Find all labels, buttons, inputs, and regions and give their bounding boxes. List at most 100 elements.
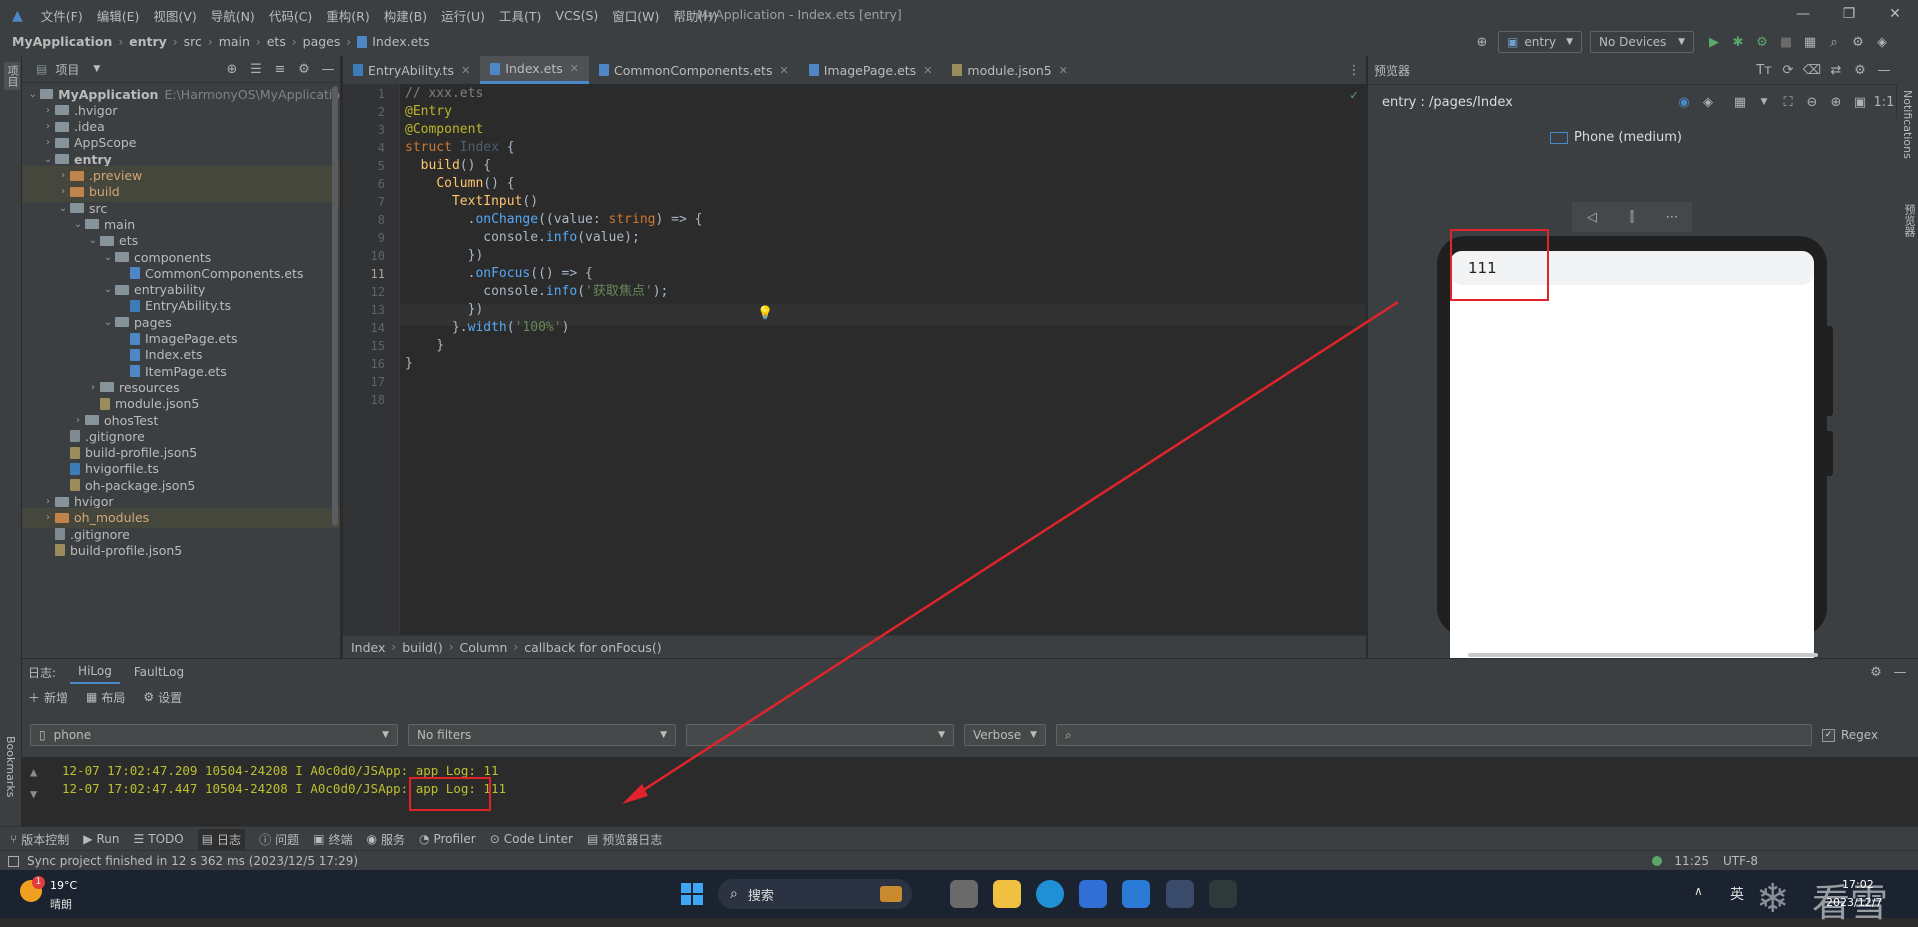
- menu-file[interactable]: 文件(F): [41, 6, 83, 25]
- menu-tools[interactable]: 工具(T): [499, 6, 541, 25]
- filter-select[interactable]: No filters ▼: [408, 724, 676, 746]
- tab-hilog[interactable]: HiLog: [70, 660, 120, 684]
- ime-indicator[interactable]: 英: [1730, 884, 1744, 904]
- menu-edit[interactable]: 编辑(E): [97, 6, 140, 25]
- phone-scrollbar[interactable]: [1468, 653, 1818, 657]
- project-panel-title[interactable]: 项目: [55, 61, 79, 78]
- original-size-icon[interactable]: 1:1: [1872, 95, 1896, 110]
- tab-imagepage[interactable]: ImagePage.ets ✕: [799, 56, 943, 84]
- toolbox-icon[interactable]: ◈: [1870, 35, 1894, 50]
- chevron-down-icon[interactable]: ⌄: [101, 317, 115, 328]
- menu-code[interactable]: 代码(C): [269, 6, 312, 25]
- menu-navigate[interactable]: 导航(N): [211, 6, 255, 25]
- chevron-up-icon[interactable]: ∧: [1694, 884, 1703, 898]
- add-log-button[interactable]: 新增: [44, 689, 68, 706]
- tree-scrollbar[interactable]: [332, 86, 338, 526]
- device-filter-select[interactable]: ▯ phone ▼: [30, 724, 398, 746]
- more-tabs-icon[interactable]: ⋮: [1342, 63, 1366, 78]
- back-icon[interactable]: ◁: [1572, 210, 1612, 225]
- hide-icon[interactable]: —: [316, 62, 340, 77]
- edge-icon[interactable]: [1036, 880, 1064, 908]
- chevron-right-icon[interactable]: ›: [86, 382, 100, 393]
- regex-checkbox[interactable]: ✓: [1822, 728, 1835, 742]
- font-size-icon[interactable]: Tт: [1752, 63, 1776, 78]
- close-tab-icon[interactable]: ✕: [779, 64, 788, 77]
- close-tab-icon[interactable]: ✕: [570, 62, 579, 75]
- tool-terminal[interactable]: ▣ 终端: [313, 831, 352, 848]
- chevron-down-icon[interactable]: ⌄: [71, 219, 85, 230]
- chevron-down-icon[interactable]: ⌄: [56, 203, 70, 214]
- chevron-right-icon[interactable]: ›: [71, 415, 85, 426]
- crumb-module[interactable]: entry: [129, 34, 167, 49]
- settings-button[interactable]: 设置: [158, 689, 182, 706]
- expand-all-icon[interactable]: ☰: [244, 62, 268, 77]
- sync-icon[interactable]: ⇄: [1824, 63, 1848, 78]
- task-view-icon[interactable]: [950, 880, 978, 908]
- caret-down-icon[interactable]: ▼: [93, 64, 100, 74]
- store-icon[interactable]: [1079, 880, 1107, 908]
- level-select[interactable]: Verbose ▼: [964, 724, 1046, 746]
- settings-icon[interactable]: ⚙: [1846, 35, 1870, 50]
- attach-debugger-icon[interactable]: ⚙: [1750, 35, 1774, 50]
- crumb-pages[interactable]: pages: [303, 34, 341, 49]
- crumb-struct[interactable]: Index: [351, 640, 385, 655]
- crumb-build[interactable]: build(): [402, 640, 443, 655]
- tab-index[interactable]: Index.ets ✕: [480, 56, 590, 84]
- tool-run[interactable]: ▶ Run: [83, 832, 119, 846]
- target-icon[interactable]: ⊕: [1470, 35, 1494, 50]
- menu-vcs[interactable]: VCS(S): [555, 8, 598, 23]
- chevron-right-icon[interactable]: ›: [56, 170, 70, 181]
- restore-icon[interactable]: ❐: [1826, 0, 1872, 28]
- zoom-in-icon[interactable]: ⊕: [1824, 95, 1848, 110]
- tool-previewer-log[interactable]: ▤ 预览器日志: [587, 831, 662, 848]
- clear-icon[interactable]: ⌫: [1800, 63, 1824, 78]
- chevron-right-icon[interactable]: ›: [41, 121, 55, 132]
- clock-time[interactable]: 17:02: [1842, 878, 1874, 891]
- grid-icon[interactable]: ▦: [1728, 95, 1752, 110]
- vscode-icon[interactable]: [1122, 880, 1150, 908]
- start-button[interactable]: [681, 883, 703, 905]
- chevron-right-icon[interactable]: ›: [41, 137, 55, 148]
- datagrip-icon[interactable]: [1209, 880, 1237, 908]
- close-tab-icon[interactable]: ✕: [1059, 64, 1068, 77]
- tool-vcs[interactable]: ⑂ 版本控制: [10, 831, 69, 848]
- tab-module-json5[interactable]: module.json5 ✕: [942, 56, 1078, 84]
- crumb-project[interactable]: MyApplication: [12, 34, 112, 49]
- crumb-src[interactable]: src: [184, 34, 202, 49]
- project-tool-button[interactable]: 项目: [4, 62, 20, 90]
- tab-entryability[interactable]: EntryAbility.ts ✕: [343, 56, 480, 84]
- chevron-down-icon[interactable]: ⌄: [101, 252, 115, 263]
- locate-icon[interactable]: ⊕: [220, 62, 244, 77]
- chevron-down-icon[interactable]: ⌄: [41, 154, 55, 165]
- menu-build[interactable]: 构建(B): [384, 6, 427, 25]
- chevron-down-icon[interactable]: ⌄: [86, 235, 100, 246]
- tool-todo[interactable]: ☰ TODO: [133, 832, 183, 846]
- device-select[interactable]: No Devices ▼: [1590, 31, 1694, 53]
- caret-position[interactable]: 11:25: [1674, 854, 1709, 868]
- file-explorer-icon[interactable]: [993, 880, 1021, 908]
- process-select[interactable]: ▼: [686, 724, 954, 746]
- crumb-column[interactable]: Column: [460, 640, 508, 655]
- module-select[interactable]: ▣ entry ▼: [1498, 31, 1582, 53]
- chevron-right-icon[interactable]: ›: [41, 105, 55, 116]
- taskbar-search[interactable]: ⌕ 搜索: [718, 879, 912, 909]
- status-message[interactable]: Sync project finished in 12 s 362 ms (20…: [27, 854, 358, 868]
- notifications-tool-button[interactable]: Notifications: [1901, 90, 1914, 159]
- hide-icon[interactable]: —: [1888, 665, 1912, 680]
- tool-log[interactable]: ▤ 日志: [197, 828, 246, 850]
- minimize-icon[interactable]: —: [1780, 0, 1826, 28]
- file-encoding[interactable]: UTF-8: [1723, 854, 1758, 868]
- close-icon[interactable]: ✕: [1872, 0, 1918, 28]
- gear-icon[interactable]: ⚙: [1848, 63, 1872, 78]
- debug-icon[interactable]: ✱: [1726, 35, 1750, 50]
- zoom-out-icon[interactable]: ⊖: [1800, 95, 1824, 110]
- bookmarks-tool-button[interactable]: Bookmarks: [4, 736, 17, 797]
- inspector-icon[interactable]: ◉: [1672, 95, 1696, 110]
- tab-faultlog[interactable]: FaultLog: [126, 661, 192, 683]
- layout-button[interactable]: 布局: [101, 689, 125, 706]
- scroll-up-icon[interactable]: ▲: [30, 765, 37, 779]
- tool-profiler[interactable]: ◔ Profiler: [419, 832, 476, 846]
- code-editor[interactable]: 1 2 3 4 5 6 7 8 9 10 11 12 13 14 15 16 17 18 // xxx.ets @E…: [343, 84, 1366, 635]
- gear-icon[interactable]: ⚙: [1864, 665, 1888, 680]
- chevron-right-icon[interactable]: ›: [56, 186, 70, 197]
